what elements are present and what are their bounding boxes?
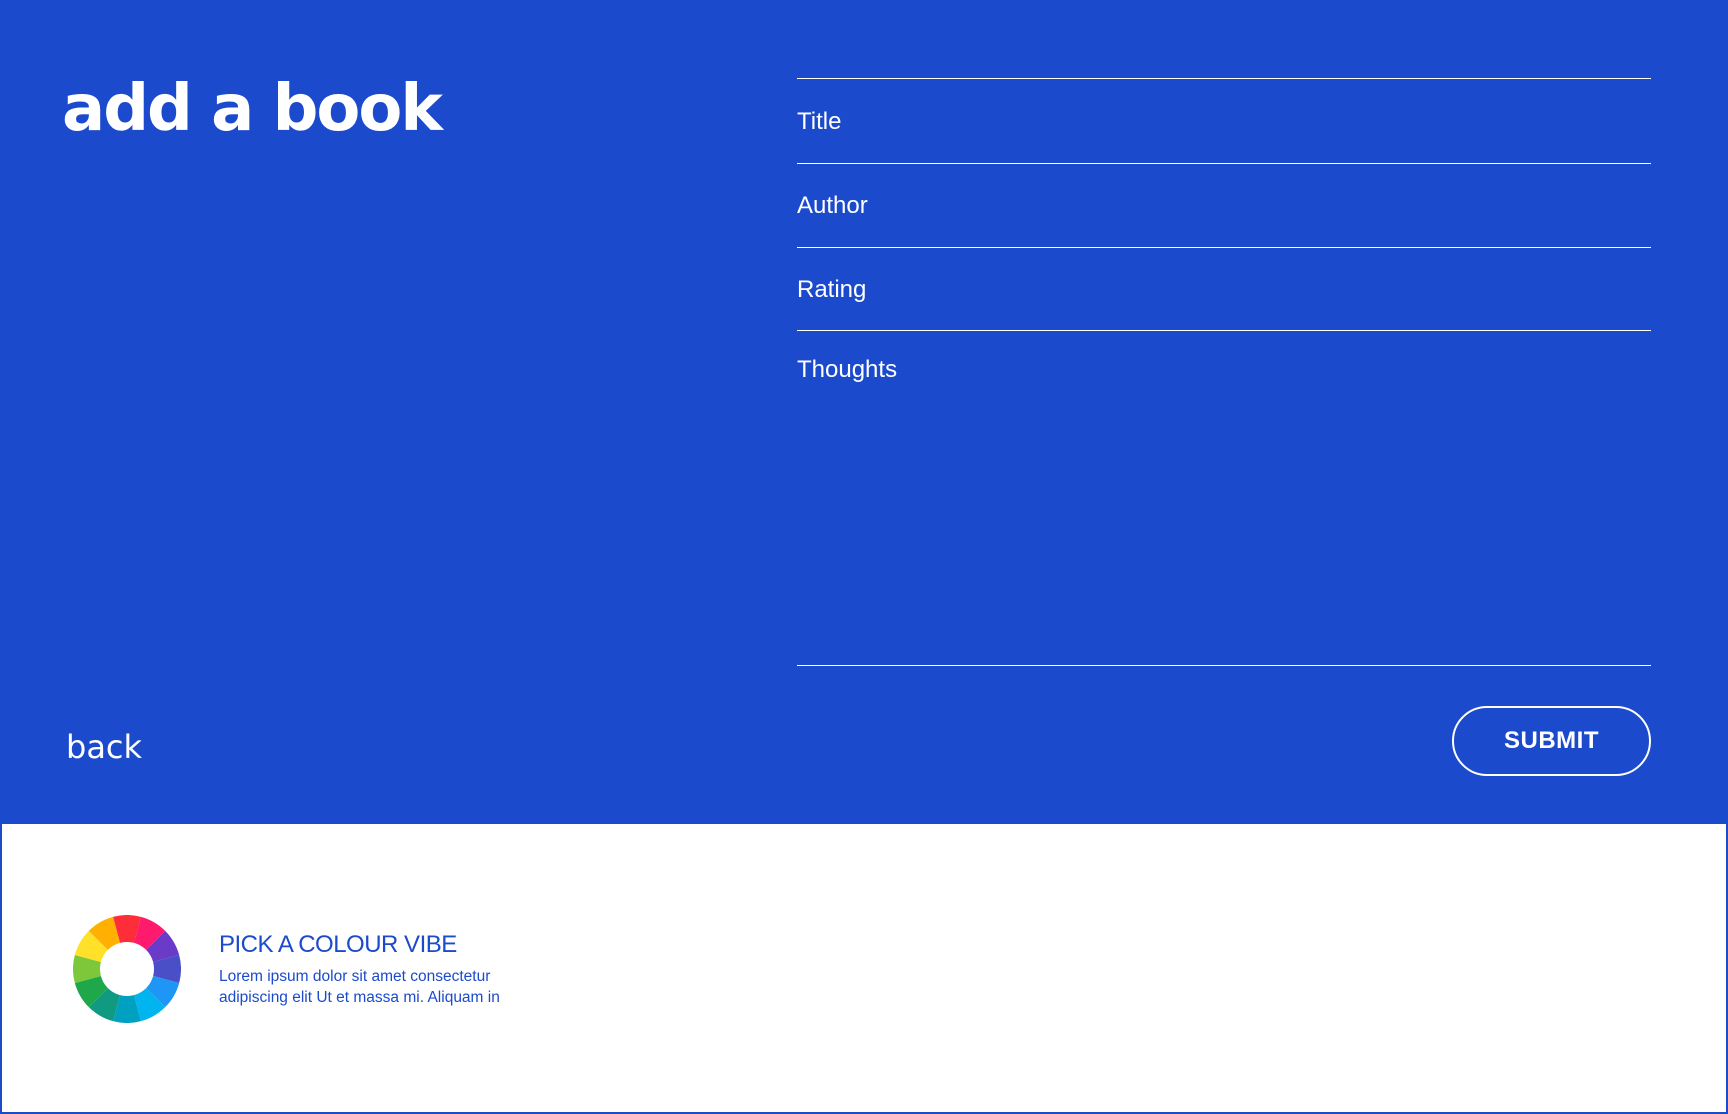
colour-vibe-description: Lorem ipsum dolor sit amet consectetur a… xyxy=(219,968,500,1006)
colour-wheel-icon[interactable] xyxy=(73,915,181,1023)
thoughts-textarea[interactable] xyxy=(797,332,1651,662)
submit-button[interactable]: SUBMIT xyxy=(1452,706,1651,776)
page-title: add a book xyxy=(62,72,443,146)
divider xyxy=(797,78,1651,79)
colour-vibe-heading: PICK A COLOUR VIBE xyxy=(219,931,457,958)
thoughts-field[interactable] xyxy=(797,332,1651,662)
title-input[interactable] xyxy=(797,80,1651,163)
colour-vibe-text: PICK A COLOUR VIBE Lorem ipsum dolor sit… xyxy=(219,930,519,1008)
author-field[interactable] xyxy=(797,164,1651,247)
rating-input[interactable] xyxy=(797,248,1651,331)
divider xyxy=(797,665,1651,666)
back-link[interactable]: back xyxy=(66,728,142,766)
rating-field[interactable] xyxy=(797,248,1651,331)
divider xyxy=(797,330,1651,331)
add-book-panel: add a book back SUBMIT xyxy=(0,0,1728,824)
author-input[interactable] xyxy=(797,164,1651,247)
title-field[interactable] xyxy=(797,80,1651,163)
